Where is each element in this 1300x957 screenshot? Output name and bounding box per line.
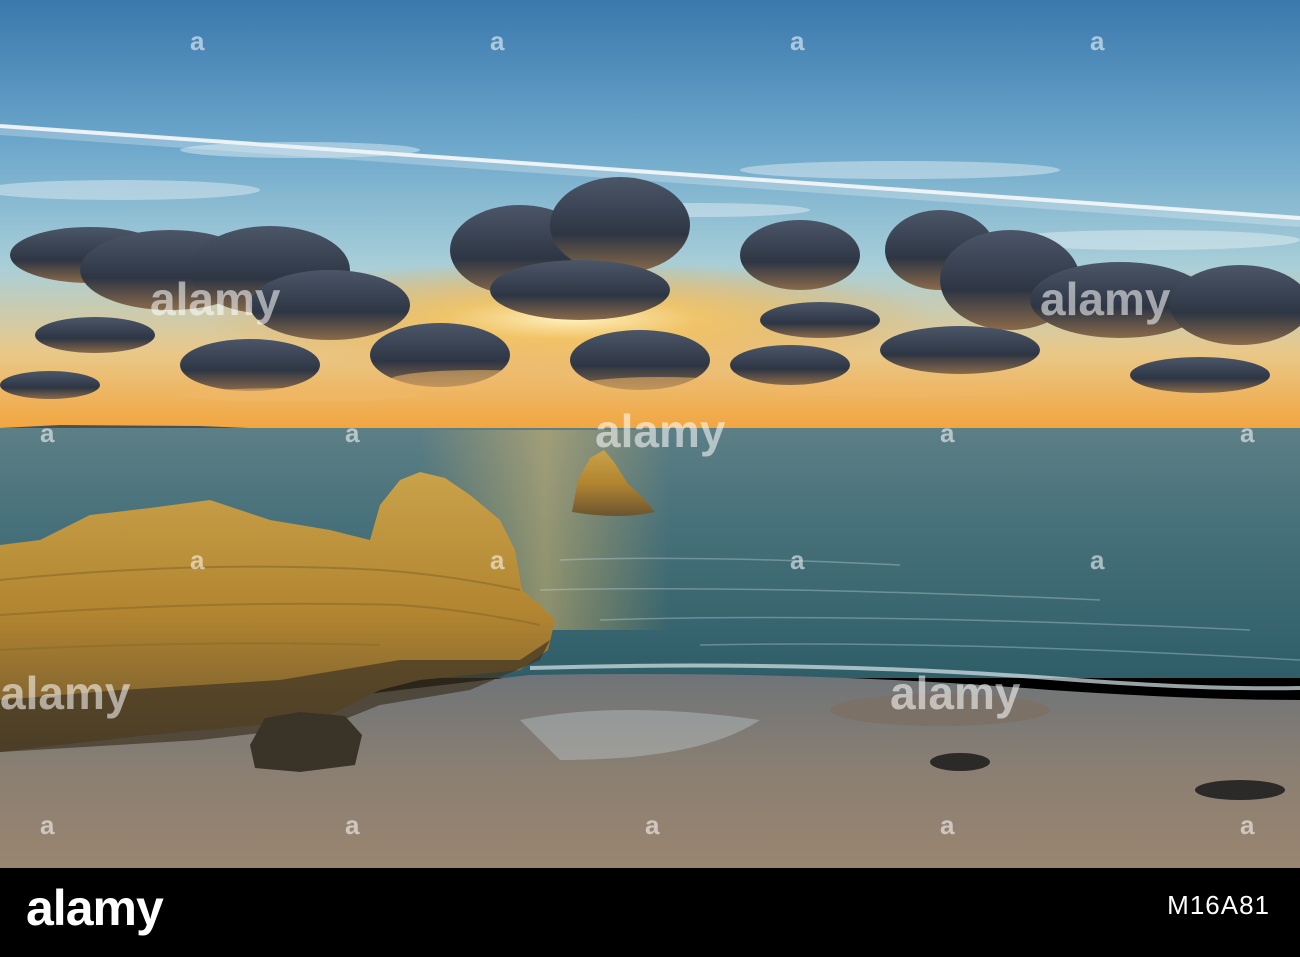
- watermark-mark: a: [490, 545, 505, 575]
- watermark-mark: a: [645, 810, 660, 840]
- watermark-mark: a: [190, 545, 205, 575]
- watermark-text: alamy: [150, 273, 281, 325]
- watermark-mark: a: [40, 810, 55, 840]
- watermark-mark: a: [40, 418, 55, 448]
- watermark-mark: a: [490, 26, 505, 56]
- alamy-logo: alamy: [26, 880, 164, 936]
- watermark-text: alamy: [890, 667, 1021, 719]
- watermark-mark: a: [1240, 418, 1255, 448]
- watermark-mark: a: [940, 418, 955, 448]
- watermark-text: alamy: [595, 405, 726, 457]
- watermark-mark: a: [345, 810, 360, 840]
- watermark-mark: a: [790, 26, 805, 56]
- fallen-boulder: [250, 712, 362, 772]
- watermark-mark: a: [1090, 26, 1105, 56]
- watermark-mark: a: [345, 418, 360, 448]
- watermark-text: alamy: [1040, 273, 1171, 325]
- photo-stage: a a a a alamy alamy alamy a a a a a a a …: [0, 0, 1300, 957]
- watermark-mark: a: [190, 26, 205, 56]
- footer-bar: [0, 868, 1300, 957]
- image-id-label: M16A81: [1167, 890, 1270, 920]
- watermark-text: alamy: [0, 667, 131, 719]
- watermark-mark: a: [790, 545, 805, 575]
- watermark-mark: a: [1090, 545, 1105, 575]
- watermark-mark: a: [1240, 810, 1255, 840]
- watermark-mark: a: [940, 810, 955, 840]
